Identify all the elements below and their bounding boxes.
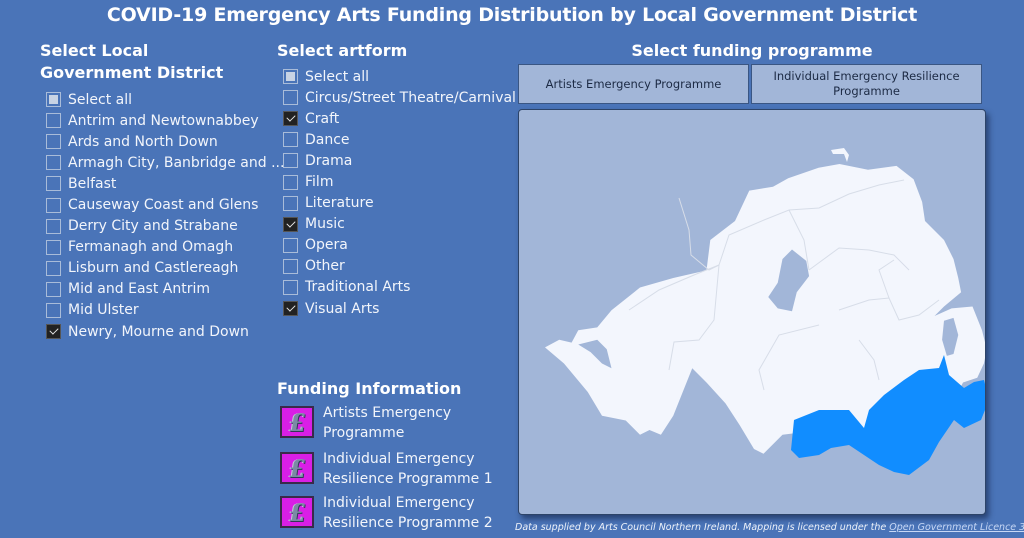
district-map[interactable] [518,109,986,515]
artform-option-opera[interactable]: Opera [283,235,516,256]
option-label: Fermanagh and Omagh [68,239,234,256]
checkbox[interactable] [283,90,298,106]
district-option-armagh-city-banbridge-and[interactable]: Armagh City, Banbridge and ... [46,152,284,173]
district-option-derry-city-and-strabane[interactable]: Derry City and Strabane [46,216,284,237]
option-label: Visual Arts [305,300,380,317]
option-label: Derry City and Strabane [68,218,238,235]
district-filter-list: Select all Antrim and Newtownabbey Ards an… [46,89,284,342]
funding-info-item[interactable]: £ Artists Emergency Programme [280,404,493,443]
funding-info-item[interactable]: £ Individual Emergency Resilience Program… [280,494,493,533]
checkbox[interactable] [283,216,298,232]
checkbox[interactable] [283,111,298,127]
district-option-newry-mourne-and-down[interactable]: Newry, Mourne and Down [46,321,284,342]
option-label: Craft [305,110,340,127]
option-label: Newry, Mourne and Down [68,323,249,340]
district-option-ards-and-north-down[interactable]: Ards and North Down [46,131,284,152]
option-label: Ards and North Down [68,133,218,150]
rathlin-island [831,148,849,162]
checkbox[interactable] [46,155,61,171]
district-option-fermanagh-and-omagh[interactable]: Fermanagh and Omagh [46,237,284,258]
artform-filter-list: Select all Circus/Street Theatre/Carnival… [283,66,516,319]
option-label: Antrim and Newtownabbey [68,112,259,129]
artform-option-select-all[interactable]: Select all [283,66,516,87]
option-label: Opera [305,237,348,254]
checkbox[interactable] [46,302,61,318]
option-label: Mid and East Antrim [68,281,210,298]
checkbox[interactable] [283,301,298,317]
artform-option-circus-street-theatre-carnival[interactable]: Circus/Street Theatre/Carnival [283,87,516,108]
pound-sterling-icon[interactable]: £ [280,452,314,484]
option-label: Music [305,216,345,233]
artform-option-literature[interactable]: Literature [283,193,516,214]
district-option-lisburn-and-castlereagh[interactable]: Lisburn and Castlereagh [46,258,284,279]
funding-info-item[interactable]: £ Individual Emergency Resilience Program… [280,450,493,489]
checkbox[interactable] [46,197,61,213]
option-label: Causeway Coast and Glens [68,197,259,214]
checkbox[interactable] [46,92,61,108]
option-label: Literature [305,195,374,212]
licence-link[interactable]: Open Government Licence 3.0 [889,522,1024,533]
footer-attribution: Data supplied by Arts Council Northern I… [515,522,1024,533]
district-filter-heading: Select Local Government District [40,41,224,82]
funding-info-label: Individual Emergency Resilience Programm… [323,495,493,531]
option-label: Traditional Arts [305,279,411,296]
district-option-mid-and-east-antrim[interactable]: Mid and East Antrim [46,279,284,300]
district-option-mid-ulster[interactable]: Mid Ulster [46,300,284,321]
option-label: Select all [68,91,132,108]
option-label: Select all [305,68,369,85]
checkbox[interactable] [46,239,61,255]
checkbox[interactable] [46,134,61,150]
checkbox[interactable] [283,69,298,85]
district-option-belfast[interactable]: Belfast [46,173,284,194]
option-label: Lisburn and Castlereagh [68,260,239,277]
artform-option-dance[interactable]: Dance [283,129,516,150]
checkbox[interactable] [46,218,61,234]
funding-info-label: Individual Emergency Resilience Programm… [323,451,493,487]
checkbox[interactable] [283,153,298,169]
checkbox[interactable] [46,260,61,276]
artists-emergency-programme-button[interactable]: Artists Emergency Programme [518,64,749,104]
option-label: Other [305,258,345,275]
artform-option-drama[interactable]: Drama [283,150,516,171]
individual-emergency-resilience-programme-button[interactable]: Individual Emergency Resilience Programm… [751,64,982,104]
district-option-select-all[interactable]: Select all [46,89,284,110]
artform-filter-heading: Select artform [277,41,408,60]
footer-text: Data supplied by Arts Council Northern I… [515,522,890,533]
checkbox[interactable] [283,132,298,148]
checkbox[interactable] [46,113,61,129]
option-label: Drama [305,152,353,169]
checkbox[interactable] [283,258,298,274]
checkbox[interactable] [283,279,298,295]
option-label: Armagh City, Banbridge and ... [68,154,285,171]
checkbox[interactable] [46,176,61,192]
funding-info-heading: Funding Information [277,379,462,398]
pound-sterling-icon[interactable]: £ [280,406,314,438]
artform-option-traditional-arts[interactable]: Traditional Arts [283,277,516,298]
checkbox[interactable] [46,324,61,340]
northern-ireland-map [545,148,985,475]
artform-option-visual-arts[interactable]: Visual Arts [283,298,516,319]
checkbox[interactable] [283,174,298,190]
artform-option-music[interactable]: Music [283,214,516,235]
district-option-causeway-coast-and-glens[interactable]: Causeway Coast and Glens [46,194,284,215]
programme-selector-heading: Select funding programme [631,41,873,60]
option-label: Film [305,174,334,191]
option-label: Circus/Street Theatre/Carnival [305,89,516,106]
checkbox[interactable] [46,281,61,297]
option-label: Mid Ulster [68,302,139,319]
page-title: COVID-19 Emergency Arts Funding Distribu… [106,4,918,26]
artform-option-film[interactable]: Film [283,171,516,192]
funding-info-label: Artists Emergency Programme [323,405,452,441]
artform-option-craft[interactable]: Craft [283,108,516,129]
artform-option-other[interactable]: Other [283,256,516,277]
option-label: Dance [305,131,350,148]
option-label: Belfast [68,175,117,192]
pound-sterling-icon[interactable]: £ [280,496,314,528]
district-option-antrim-and-newtownabbey[interactable]: Antrim and Newtownabbey [46,110,284,131]
checkbox[interactable] [283,195,298,211]
checkbox[interactable] [283,237,298,253]
